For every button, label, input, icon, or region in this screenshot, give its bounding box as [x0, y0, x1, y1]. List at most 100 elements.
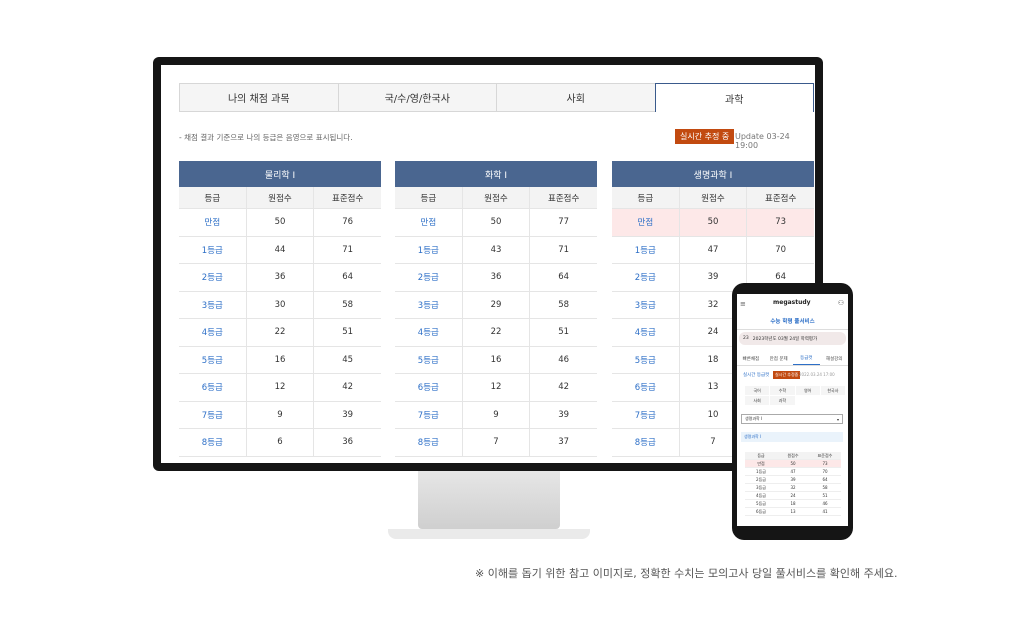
table-row: 8등급 7 37 [395, 429, 597, 457]
column-header: 표준점수 [332, 193, 364, 204]
tab-science[interactable]: 과학 [654, 83, 814, 112]
phone-title: 수능 학평 풀서비스 [737, 317, 848, 330]
phone: ≡ megastudy ⚇ 수능 학평 풀서비스 23 2023학년도 03월 … [732, 283, 853, 540]
standard-score-cell: 70 [775, 244, 787, 255]
standard-score-cell: 58 [342, 299, 354, 310]
menu-icon[interactable]: ≡ [740, 300, 746, 308]
raw-score-cell: 12 [247, 374, 315, 401]
monitor-screen: 나의 채점 과목 국/수/영/한국사 사회 과학 - 채점 결과 기준으로 나의… [161, 65, 815, 463]
grade-cell: 7등급 [395, 401, 463, 428]
raw-score-cell: 29 [463, 291, 531, 318]
grade-cell: 만점 [395, 209, 463, 236]
table-cell: 3등급 [756, 484, 766, 490]
dropdown-value: 생명과학 I [745, 416, 763, 421]
table-row: 4등급 24 51 [745, 492, 841, 500]
grade-cell: 3등급 [612, 291, 680, 318]
table-cell: 50 [790, 461, 796, 466]
standard-score-cell: 46 [558, 354, 570, 365]
grade-cell: 5등급 [179, 346, 247, 373]
standard-score-cell: 51 [342, 327, 354, 338]
table-cell: 39 [790, 477, 796, 482]
table-cell: 4등급 [756, 492, 766, 498]
grade-cell: 만점 [179, 209, 247, 236]
raw-score-cell: 30 [247, 291, 315, 318]
column-header: 원점수 [463, 187, 531, 208]
table-row: 3등급 30 58 [179, 291, 381, 319]
nav-perfect[interactable]: 만점 문제 [765, 352, 793, 365]
table-row: 5등급 16 46 [395, 346, 597, 374]
standard-score-cell: 39 [558, 409, 570, 420]
column-header: 등급 [179, 187, 247, 208]
table-header-row: 등급 원점수 표준점수 [395, 187, 597, 209]
table-row: 5등급 16 45 [179, 346, 381, 374]
table-row: 2등급 36 64 [395, 264, 597, 292]
grade-cell: 2등급 [612, 264, 680, 291]
tab-social[interactable]: 사회 [496, 83, 655, 112]
table-cell: 73 [822, 461, 828, 466]
standard-score-cell: 42 [342, 382, 354, 393]
nav-lecture[interactable]: 해설강의 [820, 352, 848, 365]
table-cell: 1등급 [756, 468, 766, 474]
standard-score-cell: 71 [342, 244, 354, 255]
tab-my-subjects[interactable]: 나의 채점 과목 [179, 83, 338, 112]
raw-score-cell: 36 [247, 264, 315, 291]
subject-button[interactable]: 영어 [795, 386, 820, 395]
table-cell: 32 [790, 485, 796, 490]
grade-cell: 8등급 [179, 429, 247, 456]
table-cell: 만점 [757, 460, 765, 466]
table-row: 2등급 39 64 [745, 476, 841, 484]
tab-korean-math-english[interactable]: 국/수/영/한국사 [337, 83, 496, 112]
grade-cell: 4등급 [395, 319, 463, 346]
raw-score-cell: 9 [247, 401, 315, 428]
logo: megastudy [773, 299, 811, 306]
table-row: 1등급 47 70 [745, 468, 841, 476]
table-row: 4등급 22 51 [179, 319, 381, 347]
table-cell: 46 [822, 501, 828, 506]
grade-cell: 2등급 [179, 264, 247, 291]
column-header: 원점수 [247, 187, 315, 208]
table-row: 6등급 12 42 [179, 374, 381, 402]
table-row: 6등급 13 41 [745, 508, 841, 516]
table-row: 만점 50 77 [395, 209, 597, 237]
standard-score-cell: 76 [342, 217, 354, 228]
exam-number: 23 [743, 336, 749, 341]
subject-button[interactable]: 수학 [770, 386, 795, 395]
grade-cell: 만점 [612, 209, 680, 236]
monitor: 나의 채점 과목 국/수/영/한국사 사회 과학 - 채점 결과 기준으로 나의… [153, 57, 823, 471]
subject-button[interactable]: 국어 [745, 386, 770, 395]
table-title: 화학 I [395, 161, 597, 187]
footnote: ※ 이해를 돕기 위한 참고 이미지로, 정확한 수치는 모의고사 당일 풀서비… [475, 567, 898, 580]
grade-cell: 5등급 [612, 346, 680, 373]
raw-score-cell: 50 [463, 209, 531, 236]
table-row: 1등급 44 71 [179, 236, 381, 264]
subject-button[interactable]: 과학 [770, 396, 795, 405]
subject-dropdown[interactable]: 생명과학 I ▾ [741, 414, 843, 424]
update-time: Update 03-24 19:00 [735, 132, 790, 150]
subject-button[interactable]: 한국사 [820, 386, 845, 395]
table-row: 만점 50 76 [179, 209, 381, 237]
standard-score-cell: 42 [558, 382, 570, 393]
exam-selector[interactable]: 23 2023학년도 03월 24일 학력평가 [739, 332, 846, 345]
column-header: 등급 [612, 187, 680, 208]
grade-cell: 3등급 [179, 291, 247, 318]
grade-cell: 1등급 [395, 236, 463, 263]
raw-score-cell: 50 [680, 209, 748, 236]
table-row: 6등급 12 42 [395, 374, 597, 402]
user-icon[interactable]: ⚇ [838, 299, 844, 307]
grade-cell: 5등급 [395, 346, 463, 373]
cutoff-table: 화학 I 등급 원점수 표준점수 만점 50 77 1등급 43 71 2등급 36 64 3등급 29 58… [395, 161, 597, 457]
standard-score-cell: 37 [558, 437, 570, 448]
raw-score-cell: 43 [463, 236, 531, 263]
nav-quick-grading[interactable]: 빠른채점 [737, 352, 765, 365]
table-row: 2등급 36 64 [179, 264, 381, 292]
phone-screen: ≡ megastudy ⚇ 수능 학평 풀서비스 23 2023학년도 03월 … [737, 294, 848, 526]
table-row: 7등급 9 39 [179, 401, 381, 429]
nav-cutoff[interactable]: 등급컷 [792, 352, 821, 365]
subject-button[interactable]: 사회 [745, 396, 770, 405]
grade-cell: 7등급 [612, 401, 680, 428]
raw-score-cell: 22 [463, 319, 531, 346]
table-cell: 70 [822, 469, 828, 474]
table-row: 1등급 43 71 [395, 236, 597, 264]
grade-cell: 6등급 [395, 374, 463, 401]
grade-cell: 8등급 [612, 429, 680, 456]
